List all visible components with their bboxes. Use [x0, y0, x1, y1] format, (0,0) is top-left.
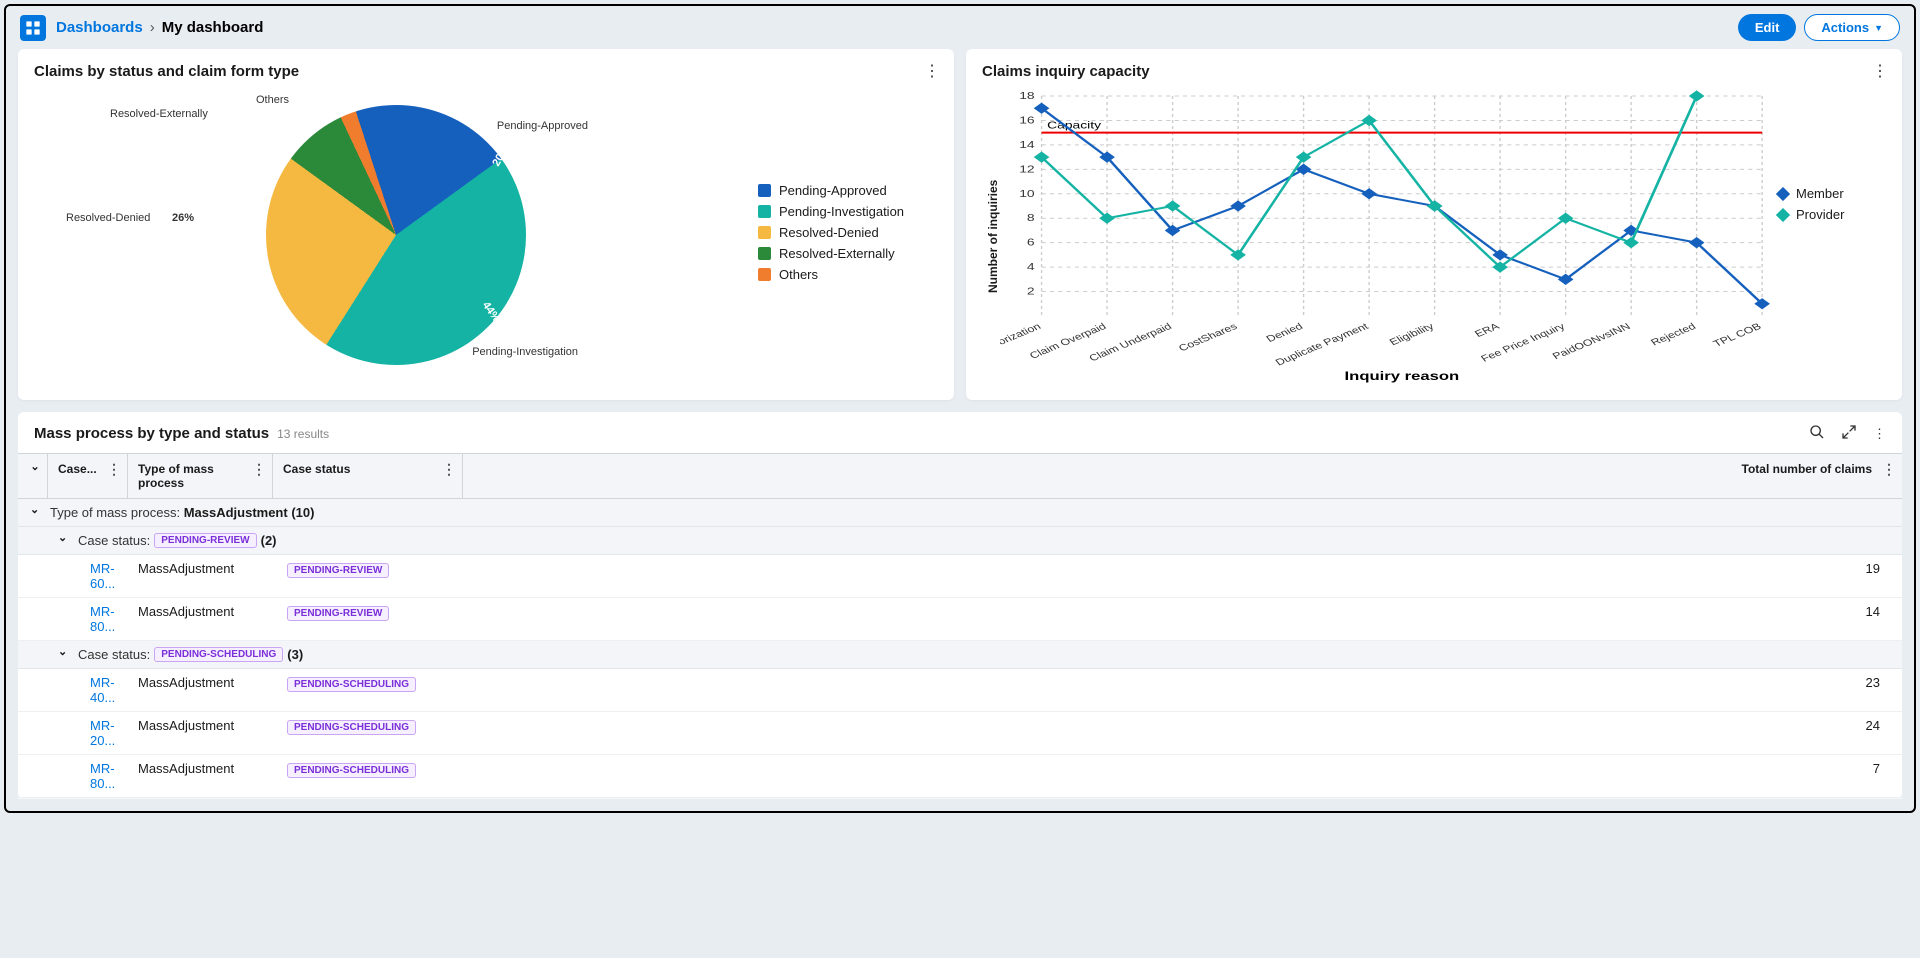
table-row: MR-40... MassAdjustment PENDING-SCHEDULI…	[18, 669, 1902, 712]
pie-slice-label: Pending-Approved	[497, 120, 588, 132]
pie-slice-label: Resolved-Denied	[66, 212, 150, 224]
card-menu-icon[interactable]: ⋮	[924, 61, 940, 81]
svg-text:8: 8	[1027, 212, 1035, 224]
cell-type: MassAdjustment	[128, 669, 273, 711]
group-row-status[interactable]: Case status: RESOLVED-WITHDRAWN (5)	[18, 798, 1902, 799]
line-chart: Number of inquiries 2 4 6 8 10 12 14 16 18 Capaci…	[982, 86, 1886, 386]
svg-text:Inquiry reason: Inquiry reason	[1345, 370, 1460, 383]
cell-type: MassAdjustment	[128, 712, 273, 754]
claims-inquiry-capacity-card: Claims inquiry capacity ⋮ Number of inqu…	[966, 49, 1902, 400]
cell-type: MassAdjustment	[128, 755, 273, 797]
chevron-down-icon[interactable]	[30, 506, 44, 519]
cell-total: 7	[463, 755, 1902, 797]
cell-type: MassAdjustment	[128, 598, 273, 640]
pie-slice-percent: 20%	[490, 143, 511, 168]
legend-item: Member	[1776, 186, 1886, 201]
column-header-total[interactable]: Total number of claims⋮	[463, 454, 1902, 498]
pie-slice-label: Resolved-Externally	[110, 108, 208, 120]
status-badge: PENDING-SCHEDULING	[154, 647, 283, 662]
column-toggle[interactable]	[18, 454, 48, 498]
table-header-row: Case...⋮ Type of mass process⋮ Case stat…	[18, 454, 1902, 499]
app-icon[interactable]	[20, 15, 46, 41]
table-row: MR-80... MassAdjustment PENDING-SCHEDULI…	[18, 755, 1902, 798]
legend-item: Others	[758, 267, 938, 282]
legend-item: Pending-Investigation	[758, 204, 938, 219]
group-row-type[interactable]: Type of mass process: MassAdjustment (10…	[18, 499, 1902, 527]
table-row: MR-80... MassAdjustment PENDING-REVIEW 1…	[18, 598, 1902, 641]
legend-item: Pending-Approved	[758, 183, 938, 198]
pie-slice-label: Others	[256, 94, 289, 106]
svg-text:18: 18	[1019, 90, 1035, 102]
cell-total: 23	[463, 669, 1902, 711]
group-row-status[interactable]: Case status: PENDING-REVIEW (2)	[18, 527, 1902, 555]
status-badge: PENDING-REVIEW	[287, 563, 389, 578]
table-title: Mass process by type and status	[34, 425, 269, 442]
case-link[interactable]: MR-60...	[90, 561, 115, 591]
svg-text:14: 14	[1019, 139, 1035, 151]
chevron-down-icon[interactable]	[58, 648, 72, 661]
group-row-status[interactable]: Case status: PENDING-SCHEDULING (3)	[18, 641, 1902, 669]
actions-label: Actions	[1821, 20, 1869, 35]
table-body[interactable]: Type of mass process: MassAdjustment (10…	[18, 499, 1902, 799]
legend-item: Resolved-Externally	[758, 246, 938, 261]
column-header-status[interactable]: Case status⋮	[273, 454, 463, 498]
cell-total: 24	[463, 712, 1902, 754]
breadcrumb-current: My dashboard	[162, 19, 264, 36]
cell-total: 19	[463, 555, 1902, 597]
line-legend: Member Provider	[1776, 86, 1886, 386]
pie-slice-percent: 8%	[234, 129, 250, 147]
svg-text:10: 10	[1019, 188, 1035, 200]
svg-text:ERA: ERA	[1473, 321, 1503, 339]
actions-button[interactable]: Actions ▼	[1804, 14, 1900, 41]
status-badge: PENDING-REVIEW	[154, 533, 256, 548]
svg-text:Rejected: Rejected	[1649, 322, 1698, 348]
table-row: MR-60... MassAdjustment PENDING-REVIEW 1…	[18, 555, 1902, 598]
legend-item: Resolved-Denied	[758, 225, 938, 240]
breadcrumb-separator: ›	[150, 19, 155, 36]
card-menu-icon[interactable]: ⋮	[1872, 61, 1888, 81]
svg-text:4: 4	[1027, 261, 1035, 273]
cell-total: 14	[463, 598, 1902, 640]
status-badge: PENDING-SCHEDULING	[287, 677, 416, 692]
svg-text:6: 6	[1027, 237, 1035, 249]
column-header-case[interactable]: Case...⋮	[48, 454, 128, 498]
card-title: Claims by status and claim form type	[34, 63, 938, 80]
y-axis-label: Number of inquiries	[982, 86, 1000, 386]
svg-text:Denied: Denied	[1264, 322, 1305, 345]
search-icon[interactable]	[1809, 424, 1825, 443]
legend-item: Provider	[1776, 207, 1886, 222]
pie-slice-percent: 26%	[172, 212, 194, 224]
case-link[interactable]: MR-40...	[90, 675, 115, 705]
svg-text:Eligibility: Eligibility	[1387, 321, 1436, 347]
mass-process-table-card: Mass process by type and status 13 resul…	[18, 412, 1902, 799]
claims-by-status-card: Claims by status and claim form type ⋮ P…	[18, 49, 954, 400]
caret-down-icon: ▼	[1874, 23, 1883, 33]
table-results-count: 13 results	[277, 427, 329, 441]
table-row: MR-20... MassAdjustment PENDING-SCHEDULI…	[18, 712, 1902, 755]
svg-text:12: 12	[1019, 163, 1035, 175]
svg-text:TPL COB: TPL COB	[1711, 322, 1764, 350]
pie-legend: Pending-Approved Pending-Investigation R…	[758, 183, 938, 288]
status-badge: PENDING-SCHEDULING	[287, 720, 416, 735]
breadcrumb-root-link[interactable]: Dashboards	[56, 19, 143, 36]
svg-text:16: 16	[1019, 114, 1035, 126]
expand-icon[interactable]	[1841, 424, 1857, 443]
svg-text:CostShares: CostShares	[1177, 321, 1241, 353]
case-link[interactable]: MR-20...	[90, 718, 115, 748]
svg-text:Capacity: Capacity	[1047, 120, 1102, 132]
column-header-type[interactable]: Type of mass process⋮	[128, 454, 273, 498]
pie-chart: Pending-Approved 20% Pending-Investigati…	[34, 90, 758, 380]
edit-button[interactable]: Edit	[1738, 14, 1797, 41]
svg-text:2: 2	[1027, 285, 1035, 297]
pie-slice-percent: 2%	[267, 114, 277, 127]
status-badge: PENDING-SCHEDULING	[287, 763, 416, 778]
case-link[interactable]: MR-80...	[90, 604, 115, 634]
case-link[interactable]: MR-80...	[90, 761, 115, 791]
status-badge: PENDING-REVIEW	[287, 606, 389, 621]
chevron-down-icon[interactable]	[58, 534, 72, 547]
card-title: Claims inquiry capacity	[982, 63, 1886, 80]
pie-slice-label: Pending-Investigation	[472, 346, 578, 358]
cell-type: MassAdjustment	[128, 555, 273, 597]
table-menu-icon[interactable]: ⋮	[1873, 426, 1886, 442]
